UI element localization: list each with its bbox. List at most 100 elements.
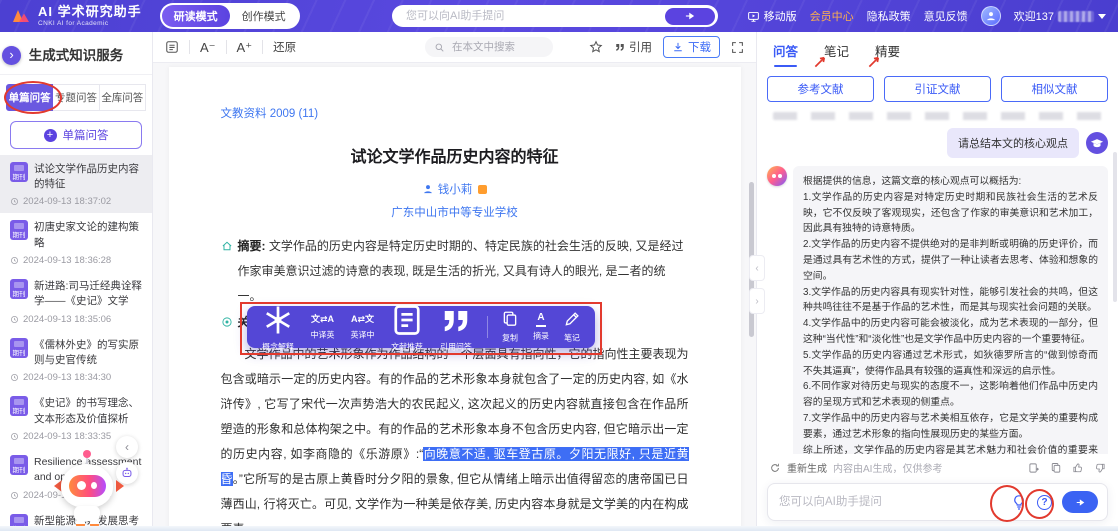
panel-collapse-handle[interactable] bbox=[749, 255, 765, 281]
list-item[interactable]: 期刊 初唐史家文论的建构策略 2024-09-13 18:36:28 bbox=[0, 213, 152, 271]
user-message-row: 请总结本文的核心观点 bbox=[767, 128, 1108, 158]
clock-icon bbox=[10, 315, 19, 324]
plus-icon bbox=[44, 129, 57, 142]
document-icon bbox=[389, 302, 425, 338]
chat-input[interactable] bbox=[777, 495, 1001, 509]
tab-single-doc-qa[interactable]: 单篇问答 bbox=[6, 84, 53, 111]
citing-literature-button[interactable]: 引证文献 bbox=[884, 76, 991, 102]
help-icon[interactable] bbox=[1037, 495, 1052, 510]
tab-qa[interactable]: 问答 bbox=[773, 41, 798, 60]
translate-cn-en-icon: 文⇄A bbox=[311, 313, 334, 326]
concept-icon bbox=[260, 302, 296, 338]
answer-footer: 重新生成 内容由AI生成，仅供参考 bbox=[757, 454, 1118, 475]
welcome-text: 欢迎137 bbox=[1014, 8, 1054, 24]
app-subtitle: CNKI AI for Academic bbox=[38, 20, 142, 27]
divider bbox=[189, 40, 190, 54]
assistant-robot-button[interactable] bbox=[116, 462, 138, 484]
phone-number-blurred bbox=[1058, 11, 1094, 22]
article-affiliation[interactable]: 广东中山市中等专业学校 bbox=[221, 204, 689, 220]
cite-button[interactable]: 引用 bbox=[614, 39, 652, 55]
font-decrease-button[interactable]: A⁻ bbox=[200, 41, 216, 54]
copy-icon[interactable] bbox=[1050, 462, 1062, 474]
concept-explain-button[interactable]: 概念解释 bbox=[260, 302, 296, 353]
sidebar-expand-button[interactable] bbox=[2, 46, 21, 65]
app-title: AI 学术研究助手 bbox=[38, 5, 142, 19]
fullscreen-icon[interactable] bbox=[731, 41, 744, 54]
header-send-button[interactable] bbox=[665, 8, 715, 25]
send-button[interactable] bbox=[1062, 491, 1098, 513]
list-item[interactable]: 期刊 试论文学作品历史内容的特征 2024-09-13 18:37:02 bbox=[0, 155, 152, 213]
thumbs-up-icon[interactable] bbox=[1072, 462, 1084, 474]
tab-reading-mode[interactable]: 研读模式 bbox=[162, 5, 230, 27]
sidebar-collapse-button[interactable] bbox=[116, 436, 138, 458]
excerpt-icon: A bbox=[536, 312, 545, 327]
note-button[interactable]: 笔记 bbox=[563, 310, 581, 343]
tab-topic-qa[interactable]: 专题问答 bbox=[53, 84, 99, 111]
mode-tabs: 研读模式 创作模式 bbox=[160, 3, 300, 29]
document-page: 文教资料 2009 (11) 试论文学作品历史内容的特征 钱小莉 广东中山市中等… bbox=[169, 67, 741, 531]
tab-full-library-qa[interactable]: 全库问答 bbox=[100, 84, 146, 111]
nav-feedback[interactable]: 意见反馈 bbox=[924, 8, 968, 24]
text-selection-toolbar: 概念解释 文⇄A 中译英 A⇄文 英译中 文献推荐 引用问答 bbox=[247, 306, 595, 348]
header-search-input[interactable] bbox=[404, 9, 665, 23]
tab-notes[interactable]: 笔记 bbox=[824, 41, 849, 60]
citation-qa-button[interactable]: 引用问答 bbox=[438, 302, 474, 353]
clock-icon bbox=[10, 491, 19, 500]
sidebar-title: 生成式知识服务 bbox=[0, 32, 152, 75]
nav-mobile[interactable]: 移动版 bbox=[747, 8, 797, 24]
search-icon bbox=[434, 42, 445, 53]
chat-input-bar bbox=[767, 483, 1108, 521]
list-item[interactable]: 期刊 新进路:司马迁经典诠释学——《史记》文学研... 2024-09-13 1… bbox=[0, 272, 152, 331]
translate-en-to-cn-button[interactable]: A⇄文 英译中 bbox=[349, 313, 376, 341]
download-icon bbox=[672, 41, 684, 53]
nav-member-center[interactable]: 会员中心 bbox=[810, 8, 854, 24]
refresh-icon[interactable] bbox=[769, 462, 781, 474]
restore-button[interactable]: 还原 bbox=[273, 39, 296, 55]
person-icon bbox=[422, 183, 434, 195]
lightbulb-icon[interactable] bbox=[1011, 494, 1027, 510]
panel-expand-handle[interactable] bbox=[749, 288, 765, 314]
user-chat-avatar bbox=[1086, 132, 1108, 154]
copy-button[interactable]: 复制 bbox=[501, 310, 519, 343]
divider bbox=[487, 316, 488, 338]
document-toolbar: A⁻ A⁺ 还原 引用 下载 bbox=[153, 32, 756, 63]
excerpt-button[interactable]: A 摘录 bbox=[532, 312, 550, 342]
clock-icon bbox=[10, 373, 19, 382]
save-note-icon[interactable] bbox=[1028, 462, 1040, 474]
outline-icon[interactable] bbox=[165, 40, 179, 54]
article-author[interactable]: 钱小莉 bbox=[221, 181, 689, 197]
journal-badge-icon: 期刊 bbox=[10, 455, 28, 475]
journal-source-link[interactable]: 文教资料 2009 (11) bbox=[221, 105, 689, 121]
welcome-user[interactable]: 欢迎137 bbox=[1014, 8, 1106, 24]
thumbs-down-icon[interactable] bbox=[1094, 462, 1106, 474]
copy-icon bbox=[501, 310, 519, 328]
app-logo[interactable]: AI 学术研究助手 CNKI AI for Academic bbox=[12, 5, 142, 26]
literature-recommend-button[interactable]: 文献推荐 bbox=[389, 302, 425, 353]
translate-en-cn-icon: A⇄文 bbox=[351, 313, 374, 326]
graduation-cap-icon bbox=[1090, 136, 1104, 150]
tab-writing-mode[interactable]: 创作模式 bbox=[230, 5, 298, 27]
list-item[interactable]: 期刊 《儒林外史》的写实原则与史官传统 2024-09-13 18:34:30 bbox=[0, 331, 152, 389]
chevron-down-icon bbox=[1098, 14, 1106, 19]
star-icon[interactable] bbox=[589, 40, 603, 54]
regenerate-button[interactable]: 重新生成 bbox=[787, 460, 827, 475]
nav-privacy-policy[interactable]: 隐私政策 bbox=[867, 8, 911, 24]
translate-cn-to-en-button[interactable]: 文⇄A 中译英 bbox=[309, 313, 336, 341]
abstract-section: 摘要: 文学作品的历史内容是特定历史时期的、特定民族的社会生活的反映, 又是经过… bbox=[221, 234, 689, 309]
pencil-icon bbox=[563, 310, 581, 328]
ai-answer-bubble: 根据提供的信息，这篇文章的核心观点可以概括为: 1.文学作品的历史内容是对特定历… bbox=[793, 166, 1108, 454]
user-avatar[interactable] bbox=[981, 6, 1001, 26]
mobile-screen-icon bbox=[747, 10, 760, 23]
journal-badge-icon: 期刊 bbox=[10, 338, 28, 358]
in-document-search-input[interactable] bbox=[450, 40, 544, 54]
references-button[interactable]: 参考文献 bbox=[767, 76, 874, 102]
sidebar-tabs: 单篇问答 专题问答 全库问答 bbox=[6, 84, 146, 111]
similar-literature-button[interactable]: 相似文献 bbox=[1001, 76, 1108, 102]
quote-icon bbox=[614, 41, 626, 53]
tab-digest[interactable]: 精要 bbox=[875, 41, 900, 60]
ai-disclaimer: 内容由AI生成，仅供参考 bbox=[833, 460, 942, 475]
panel-scrollbar[interactable] bbox=[1113, 152, 1117, 302]
add-single-doc-qa-button[interactable]: 单篇问答 bbox=[10, 121, 142, 149]
font-increase-button[interactable]: A⁺ bbox=[237, 41, 253, 54]
download-button[interactable]: 下载 bbox=[663, 36, 720, 58]
